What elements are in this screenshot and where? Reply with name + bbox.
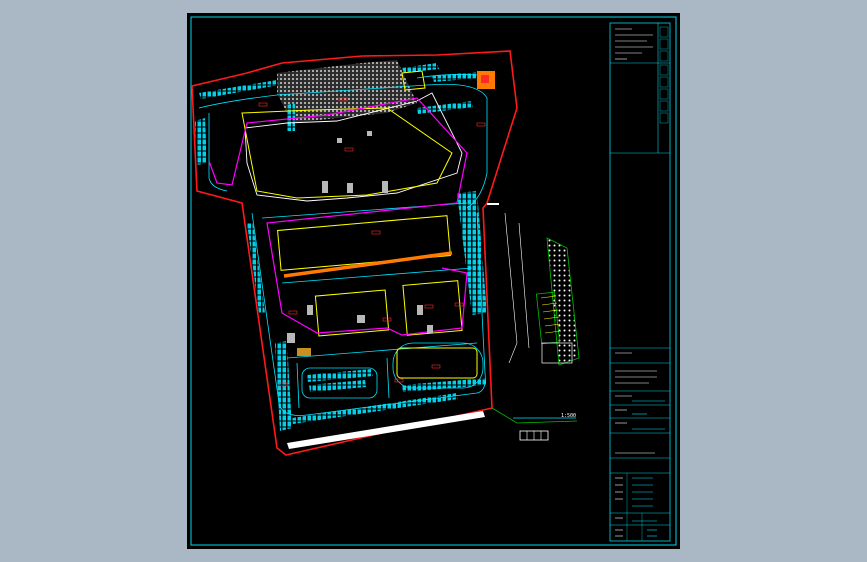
drawing-sheet: 1:500 xyxy=(187,13,680,549)
building-footprints xyxy=(241,70,478,379)
plaza xyxy=(277,60,417,123)
fire-route xyxy=(208,97,468,336)
title-block xyxy=(609,22,671,542)
road-network xyxy=(198,74,488,416)
title-block-notes xyxy=(615,28,657,537)
scale-label: 1:500 xyxy=(561,413,577,419)
highlight-band xyxy=(283,251,453,278)
building-cores xyxy=(287,131,433,343)
adjacent-area xyxy=(491,212,580,441)
site-plan-drawing xyxy=(190,16,677,546)
